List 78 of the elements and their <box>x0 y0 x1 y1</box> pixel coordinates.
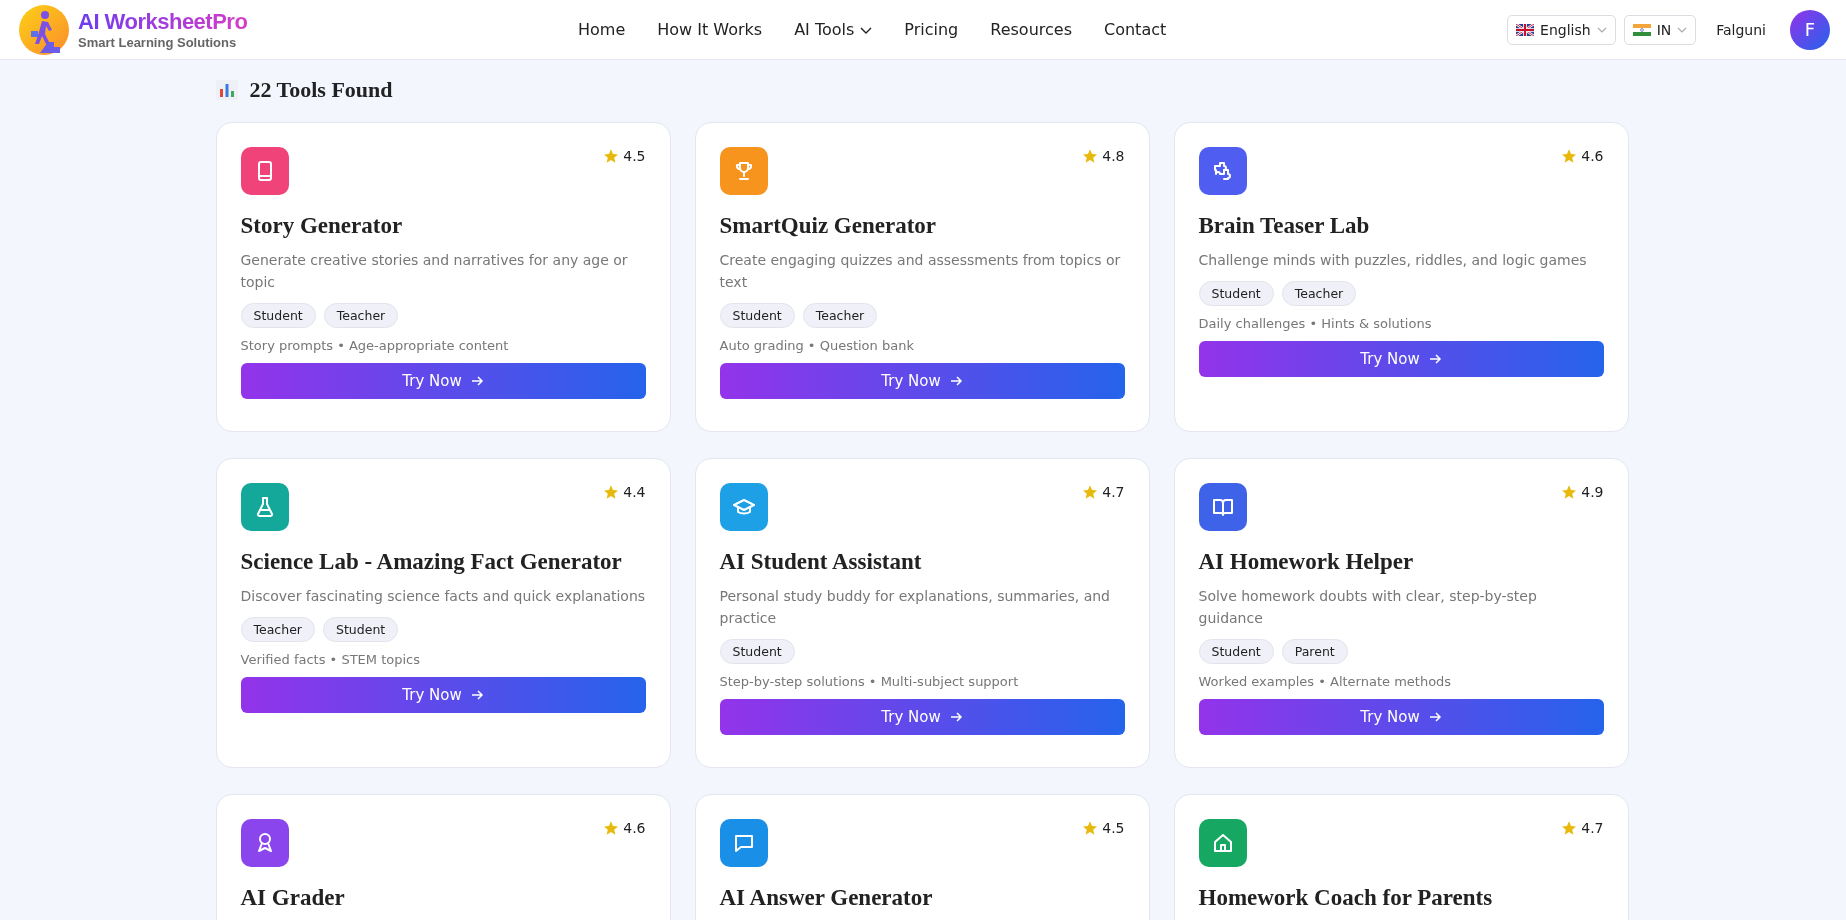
user-avatar[interactable]: F <box>1790 9 1830 50</box>
tool-title: AI Answer Generator <box>719 885 934 911</box>
nav-link[interactable]: How It Works <box>657 20 763 39</box>
nav-link[interactable]: Pricing <box>904 20 959 39</box>
tool-title: Brain Teaser Lab <box>1198 213 1371 239</box>
audience-tag: Student <box>1198 639 1274 664</box>
tool-title: Story Generator <box>240 213 404 239</box>
region-select[interactable]: IN <box>1623 14 1697 45</box>
nav-link[interactable]: AI Tools <box>794 20 873 39</box>
nav-link[interactable]: Contact <box>1104 20 1167 39</box>
user-name[interactable]: Falguni <box>1716 21 1766 38</box>
tool-rating: 4.7 <box>1102 484 1125 500</box>
tool-features: Daily challenges • Hints & solutions <box>1198 316 1433 331</box>
star-icon <box>603 148 620 164</box>
audience-tag: Student <box>1198 281 1274 306</box>
tool-description: Generate creative stories and narratives for any age or topic <box>240 251 629 292</box>
tool-title: AI Homework Helper <box>1198 549 1415 575</box>
tool-title: Homework Coach for Parents <box>1198 885 1494 911</box>
results-heading: 22 Tools Found <box>249 77 393 103</box>
tool-title: AI Grader <box>240 885 346 911</box>
nav-link[interactable]: Resources <box>990 20 1072 39</box>
tool-title: AI Student Assistant <box>719 549 923 575</box>
arrow-right-icon <box>948 710 963 724</box>
tool-title: Science Lab - Amazing Fact Generator <box>240 549 623 575</box>
tool-features: Story prompts • Age-appropriate content <box>240 338 510 353</box>
audience-tag: Student <box>323 617 399 642</box>
tool-description: Personal study buddy for explanations, summaries, and practice <box>719 587 1111 628</box>
audience-tag: Student <box>719 303 795 328</box>
tool-rating: 4.5 <box>1102 820 1125 836</box>
tool-rating: 4.9 <box>1581 484 1604 500</box>
try-now-button[interactable]: Try Now <box>719 363 1125 399</box>
logo-icon <box>18 3 70 56</box>
tool-rating: 4.6 <box>623 820 646 836</box>
star-icon <box>603 820 620 836</box>
uk-flag-icon <box>1516 23 1535 36</box>
try-now-button[interactable]: Try Now <box>719 699 1125 735</box>
tool-description: Challenge minds with puzzles, riddles, and logic games <box>1198 251 1588 270</box>
tool-features: Auto grading • Question bank <box>719 338 915 353</box>
arrow-right-icon <box>1427 352 1442 366</box>
tool-description: Create engaging quizzes and assessments from topics or text <box>719 251 1122 292</box>
try-now-button[interactable]: Try Now <box>240 363 646 399</box>
arrow-right-icon <box>469 688 484 702</box>
tool-rating: 4.4 <box>623 484 646 500</box>
arrow-right-icon <box>948 374 963 388</box>
tool-features: Worked examples • Alternate methods <box>1198 674 1453 689</box>
bar-chart-icon <box>215 80 238 100</box>
tool-description: Solve homework doubts with clear, step-by-step guidance <box>1198 587 1538 628</box>
star-icon <box>1082 484 1099 500</box>
star-icon <box>1082 148 1099 164</box>
language-select[interactable]: English <box>1507 14 1616 45</box>
arrow-right-icon <box>469 374 484 388</box>
star-icon <box>1561 484 1578 500</box>
brand-tagline: Smart Learning Solutions <box>78 35 238 50</box>
arrow-right-icon <box>1427 710 1442 724</box>
audience-tag: Teacher <box>1281 281 1357 306</box>
audience-tag: Parent <box>1281 639 1348 664</box>
tool-description: Discover fascinating science facts and quick explanations <box>240 587 646 606</box>
star-icon <box>1561 820 1578 836</box>
audience-tag: Student <box>240 303 316 328</box>
nav-link[interactable]: Home <box>578 20 626 39</box>
audience-tag: Teacher <box>240 617 315 642</box>
audience-tag: Teacher <box>323 303 399 328</box>
star-icon <box>603 484 620 500</box>
try-now-button[interactable]: Try Now <box>240 677 646 713</box>
tool-title: SmartQuiz Generator <box>719 213 938 239</box>
tool-features: Verified facts • STEM topics <box>240 652 421 667</box>
tool-features: Step-by-step solutions • Multi-subject support <box>719 674 1020 689</box>
tool-rating: 4.6 <box>1581 148 1604 164</box>
tool-rating: 4.5 <box>623 148 646 164</box>
india-flag-icon <box>1632 23 1651 36</box>
star-icon <box>1082 820 1099 836</box>
tool-rating: 4.8 <box>1102 148 1125 164</box>
star-icon <box>1561 148 1578 164</box>
audience-tag: Teacher <box>802 303 878 328</box>
audience-tag: Student <box>719 639 795 664</box>
try-now-button[interactable]: Try Now <box>1198 341 1604 377</box>
tool-rating: 4.7 <box>1581 820 1604 836</box>
try-now-button[interactable]: Try Now <box>1198 699 1604 735</box>
